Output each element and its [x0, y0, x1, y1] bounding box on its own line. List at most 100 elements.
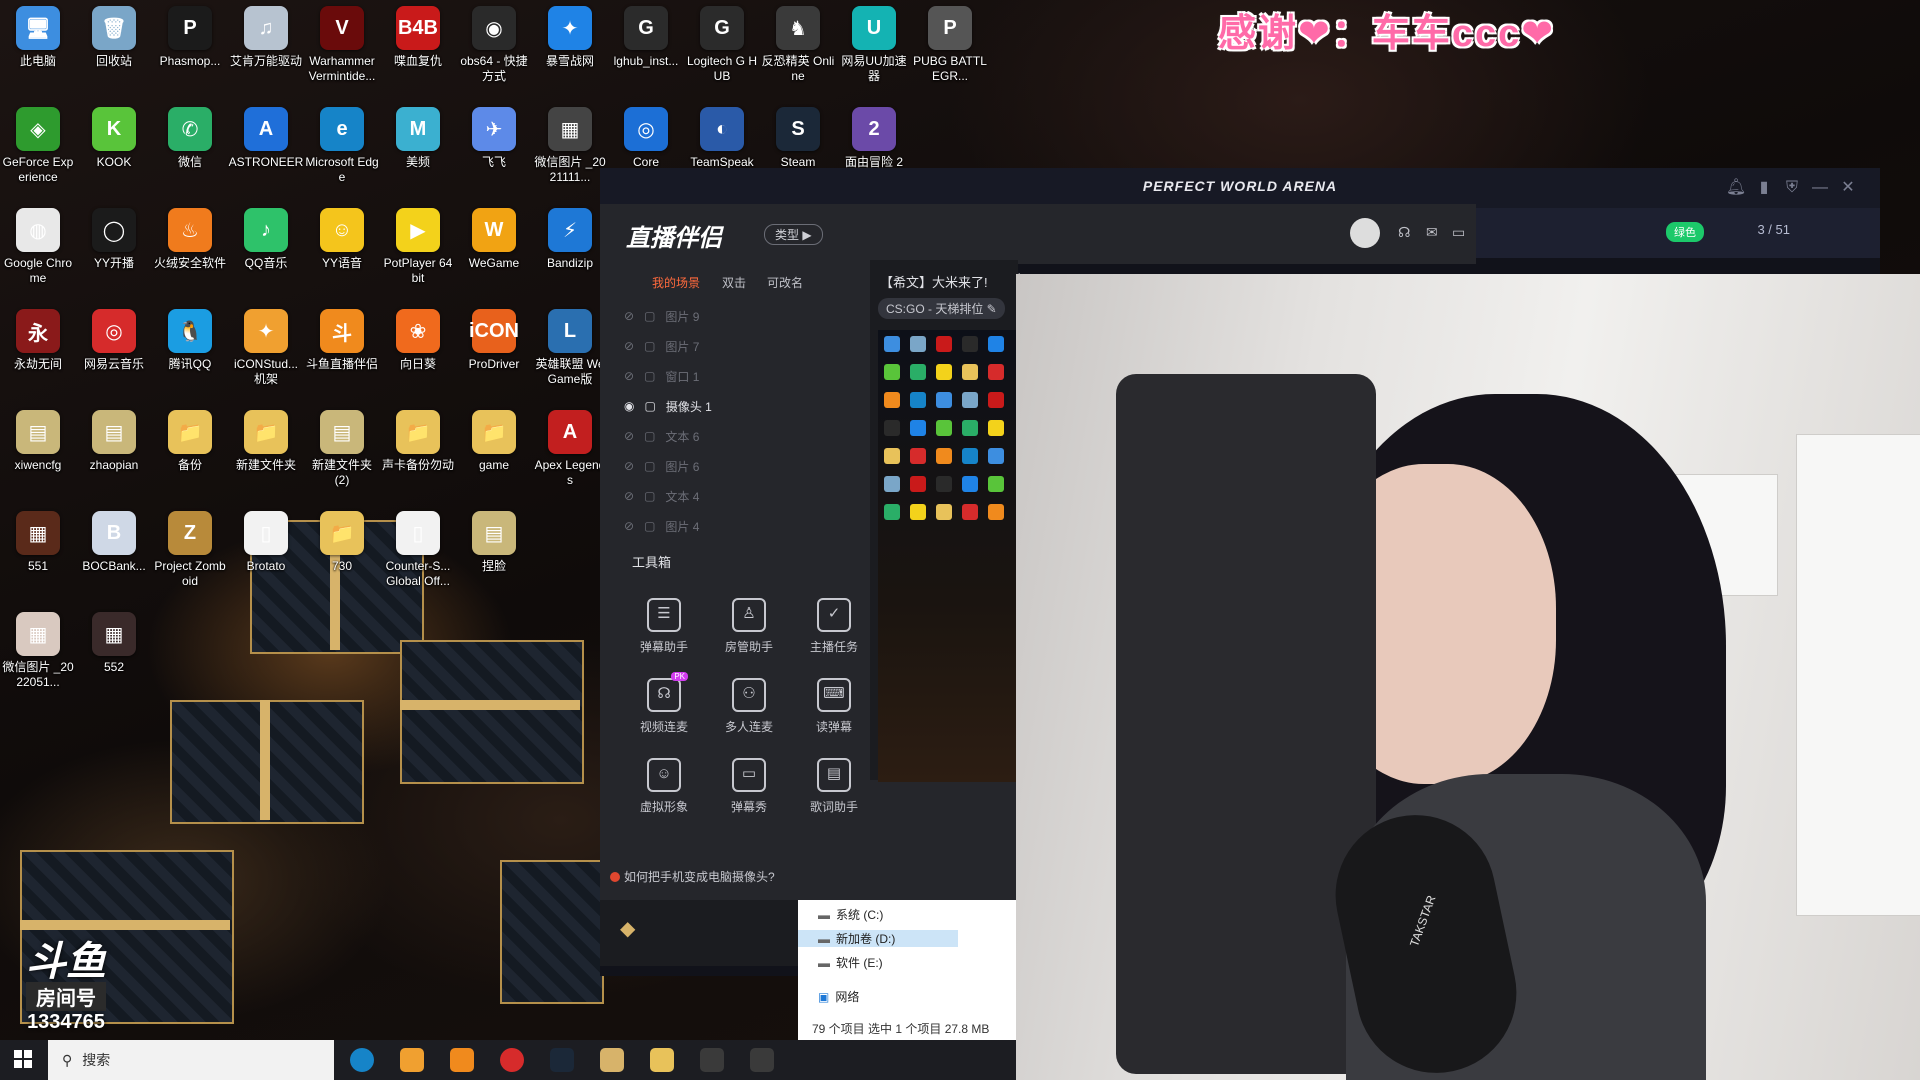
desktop-icon[interactable]: ♨ 火绒安全软件	[152, 208, 228, 271]
desktop-icon[interactable]: ✈ 飞飞	[456, 107, 532, 170]
desktop-icon[interactable]: ◯ YY开播	[76, 208, 152, 271]
desktop-icon[interactable]: ▤ 捏脸	[456, 511, 532, 574]
status-badge[interactable]: 绿色	[1666, 222, 1704, 242]
desktop-icon[interactable]: S Steam	[760, 107, 836, 170]
desktop-icon[interactable]: 📁 game	[456, 410, 532, 473]
lock-icon[interactable]: ▢	[644, 519, 655, 533]
file-explorer-icon[interactable]	[650, 1048, 674, 1072]
desktop-icon[interactable]: 📁 备份	[152, 410, 228, 473]
desktop-icon[interactable]: M 美频	[380, 107, 456, 170]
desktop-icon[interactable]: B4B 喋血复仇	[380, 6, 456, 69]
desktop-icon[interactable]: ▦ 微信图片 _2022051...	[0, 612, 76, 690]
steam-icon[interactable]	[550, 1048, 574, 1072]
desktop-icon[interactable]: 🐧 腾讯QQ	[152, 309, 228, 372]
windows-start-icon[interactable]	[14, 1050, 32, 1068]
tool-button[interactable]: ⌨ 读弹幕	[794, 678, 874, 735]
visibility-icon[interactable]: ⊘	[624, 459, 634, 473]
visibility-icon[interactable]: ⊘	[624, 309, 634, 323]
desktop-icon[interactable]: ◎ 网易云音乐	[76, 309, 152, 372]
desktop-icon[interactable]: ♞ 反恐精英 Online	[760, 6, 836, 84]
game-category[interactable]: CS:GO - 天梯排位 ✎	[878, 298, 1005, 319]
desktop-icon[interactable]: ▤ zhaopian	[76, 410, 152, 473]
close-icon[interactable]: ✕	[1836, 176, 1860, 200]
tool-button[interactable]: ☰ 弹幕助手	[624, 598, 704, 655]
tool-button[interactable]: ▤ 歌词助手	[794, 758, 874, 815]
desktop-icon[interactable]: ❀ 向日葵	[380, 309, 456, 372]
network-item[interactable]: ▣ 网络	[818, 988, 859, 1005]
drive-item[interactable]: ▬ 系统 (C:)	[818, 906, 883, 923]
desktop-icon[interactable]: ♫ 艾肯万能驱动	[228, 6, 304, 69]
source-item[interactable]: ⊘ ▢ 图片 7	[624, 334, 699, 358]
monitor-icon[interactable]: ▭	[1452, 224, 1465, 241]
headset-icon[interactable]: ☊	[1398, 224, 1410, 241]
desktop-icon[interactable]: iCON ProDriver	[456, 309, 532, 372]
avatar[interactable]	[1350, 218, 1380, 248]
desktop-icon[interactable]: 🖥 此电脑	[0, 6, 76, 69]
source-item[interactable]: ◉ ▢ 摄像头 1	[624, 394, 712, 418]
desktop-icon[interactable]: V Warhammer Vermintide...	[304, 6, 380, 84]
source-item[interactable]: ⊘ ▢ 窗口 1	[624, 364, 699, 388]
desktop-icon[interactable]: ◎ Core	[608, 107, 684, 170]
tip-link[interactable]: 如何把手机变成电脑摄像头?	[624, 868, 775, 885]
bell-icon[interactable]: 🔔︎	[1724, 176, 1748, 200]
desktop-icon[interactable]: 斗斗鱼直播伴侣	[304, 309, 380, 372]
shield-icon[interactable]: ⛨	[1780, 176, 1804, 200]
desktop-icon[interactable]: A Apex Legends	[532, 410, 608, 488]
visibility-icon[interactable]: ⊘	[624, 519, 634, 533]
desktop-icon[interactable]: ▤ xiwencfg	[0, 410, 76, 473]
desktop-icon[interactable]: ☺ YY语音	[304, 208, 380, 271]
tab-my-scenes[interactable]: 我的场景	[652, 274, 700, 291]
desktop-icon[interactable]: 永永劫无间	[0, 309, 76, 372]
desktop-icon[interactable]: K KOOK	[76, 107, 152, 170]
desktop-icon[interactable]: W WeGame	[456, 208, 532, 271]
lock-icon[interactable]: ▢	[644, 429, 655, 443]
desktop-icon[interactable]: ✦ 暴雪战网	[532, 6, 608, 69]
desktop-icon[interactable]: ▯ Counter-S... Global Off...	[380, 511, 456, 589]
desktop-icon[interactable]: Glghub_inst...	[608, 6, 684, 69]
csgo-icon-2[interactable]	[750, 1048, 774, 1072]
tool-button[interactable]: ✓ 主播任务	[794, 598, 874, 655]
desktop-icon[interactable]: 📁 新建文件夹	[228, 410, 304, 473]
desktop-icon[interactable]: P Phasmop...	[152, 6, 228, 69]
desktop-icon[interactable]: 📁 730	[304, 511, 380, 574]
desktop-icon[interactable]: ▤ 新建文件夹 (2)	[304, 410, 380, 488]
tool-button[interactable]: ☊ PK 视频连麦	[624, 672, 704, 735]
stream-title[interactable]: 【希文】大米来了!	[880, 272, 988, 291]
desktop-icon[interactable]: L 英雄联盟 WeGame版	[532, 309, 608, 387]
desktop-icon[interactable]: 2 面由冒险 2	[836, 107, 912, 170]
desktop-icon[interactable]: ♪ QQ音乐	[228, 208, 304, 271]
tool-button[interactable]: ♙ 房管助手	[709, 598, 789, 655]
desktop-icon[interactable]: U 网易UU加速器	[836, 6, 912, 84]
desktop-icon[interactable]: ⚡ Bandizip	[532, 208, 608, 271]
desktop-icon[interactable]: P PUBG BATTLEGR...	[912, 6, 988, 84]
desktop-icon[interactable]: 🗑 回收站	[76, 6, 152, 69]
desktop-icon[interactable]: ◉ obs64 - 快捷方式	[456, 6, 532, 84]
type-button[interactable]: 类型 ▶	[764, 224, 823, 245]
tab-rename[interactable]: 可改名	[767, 274, 803, 291]
diamond-icon[interactable]: ◆	[620, 916, 635, 941]
visibility-icon[interactable]: ◉	[624, 399, 634, 413]
tool-button[interactable]: ▭ 弹幕秀	[709, 758, 789, 815]
tool-button[interactable]: ☺ 虚拟形象	[624, 758, 704, 815]
lock-icon[interactable]: ▢	[644, 459, 655, 473]
desktop-icon[interactable]: ▦ 551	[0, 511, 76, 574]
drive-item[interactable]: ▬ 新加卷 (D:)	[798, 930, 958, 947]
desktop-icon[interactable]: e Microsoft Edge	[304, 107, 380, 185]
visibility-icon[interactable]: ⊘	[624, 369, 634, 383]
lock-icon[interactable]: ▢	[644, 369, 655, 383]
desktop-icon[interactable]: ▦ 微信图片 _2021111...	[532, 107, 608, 185]
minimize-icon[interactable]: —	[1808, 176, 1832, 200]
desktop-icon[interactable]: Z Project Zomboid	[152, 511, 228, 589]
edge-icon[interactable]	[350, 1048, 374, 1072]
desktop-icon[interactable]: ▦ 552	[76, 612, 152, 675]
source-item[interactable]: ⊘ ▢ 文本 4	[624, 484, 699, 508]
desktop-icon[interactable]: ▶ PotPlayer 64 bit	[380, 208, 456, 286]
desktop-icon[interactable]: B BOCBank...	[76, 511, 152, 574]
desktop-icon[interactable]: ◈ GeForce Experience	[0, 107, 76, 185]
mail-icon[interactable]: ✉	[1426, 224, 1438, 241]
source-item[interactable]: ⊘ ▢ 图片 6	[624, 454, 699, 478]
lock-icon[interactable]: ▢	[644, 399, 655, 413]
visibility-icon[interactable]: ⊘	[624, 489, 634, 503]
desktop-icon[interactable]: ◍ Google Chrome	[0, 208, 76, 286]
desktop-icon[interactable]: G Logitech G HUB	[684, 6, 760, 84]
